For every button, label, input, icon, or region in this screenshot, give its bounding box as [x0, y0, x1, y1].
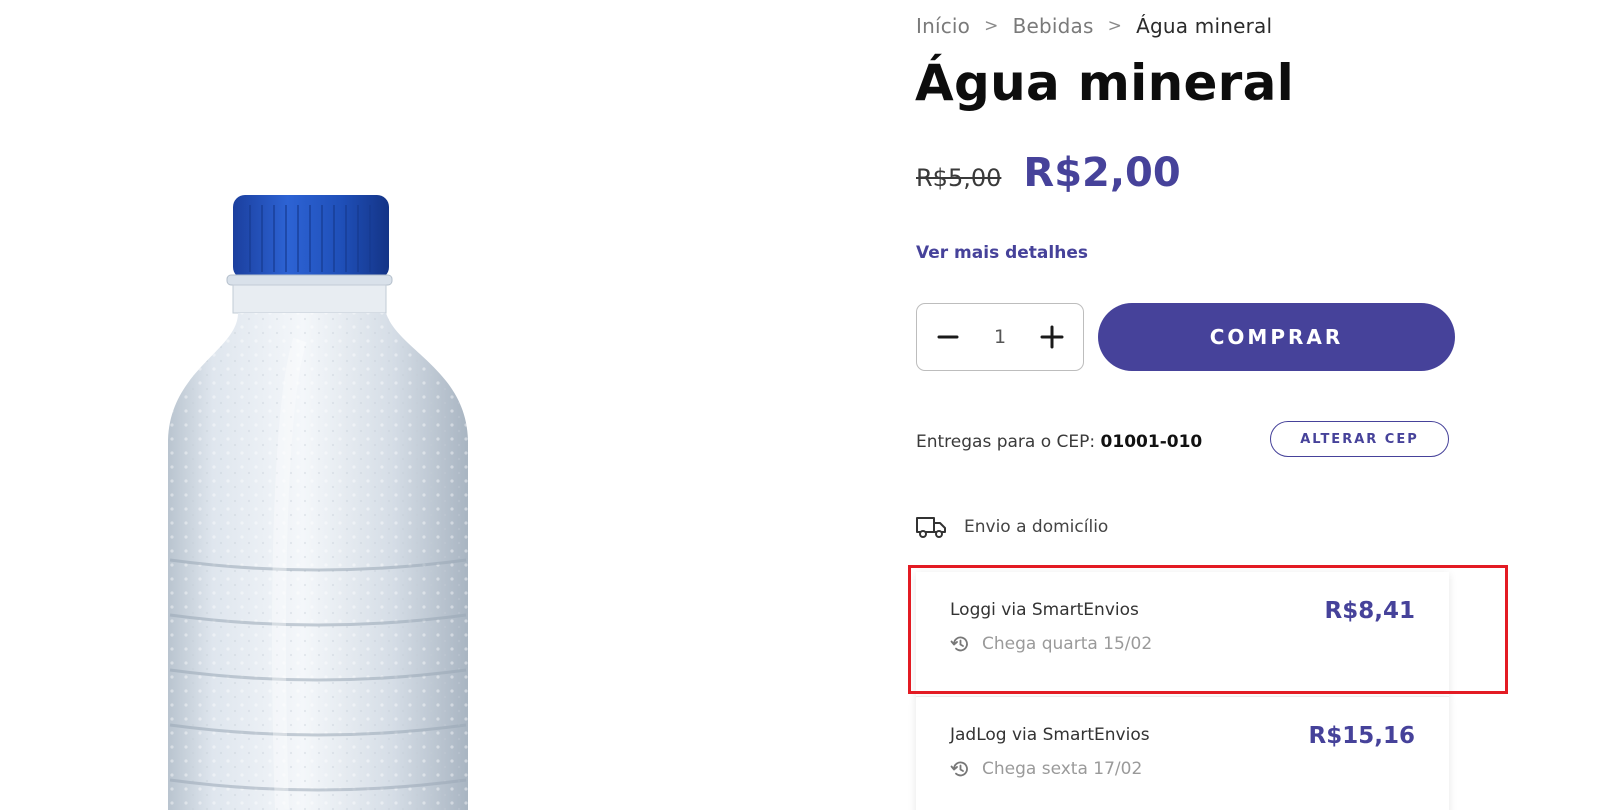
shipping-option-loggi[interactable]: Loggi via SmartEnvios Chega quarta 15/02… [916, 572, 1449, 696]
history-icon [950, 761, 968, 777]
price-block: R$5,00 R$2,00 [916, 150, 1181, 196]
shipping-option-name: JadLog via SmartEnvios [950, 725, 1150, 745]
history-icon [950, 636, 968, 652]
increase-quantity-button[interactable] [1037, 322, 1067, 352]
shipping-options: Loggi via SmartEnvios Chega quarta 15/02… [916, 572, 1449, 810]
shipping-option-name: Loggi via SmartEnvios [950, 600, 1139, 620]
quantity-stepper [916, 303, 1084, 371]
shipping-option-price: R$15,16 [1308, 723, 1415, 749]
cep-prefix: Entregas para o CEP: [916, 432, 1096, 452]
quantity-input[interactable] [980, 326, 1020, 348]
product-image [0, 0, 880, 810]
shipping-section-header: Envio a domicílio [915, 515, 1108, 539]
delivery-cep: Entregas para o CEP: 01001-010 [916, 432, 1202, 452]
shipping-option-eta-text: Chega quarta 15/02 [982, 634, 1153, 654]
shipping-section-label: Envio a domicílio [964, 517, 1109, 537]
shipping-option-jadlog[interactable]: JadLog via SmartEnvios Chega sexta 17/02… [916, 696, 1449, 810]
shipping-option-eta: Chega sexta 17/02 [950, 759, 1142, 779]
shipping-option-price: R$8,41 [1324, 598, 1415, 624]
breadcrumb-item-bebidas[interactable]: Bebidas [1013, 14, 1094, 38]
shipping-option-eta: Chega quarta 15/02 [950, 634, 1152, 654]
shipping-option-eta-text: Chega sexta 17/02 [982, 759, 1143, 779]
change-cep-button[interactable]: ALTERAR CEP [1270, 421, 1449, 457]
buy-button[interactable]: COMPRAR [1098, 303, 1455, 371]
truck-icon [916, 517, 946, 538]
breadcrumb-item-current: Água mineral [1136, 14, 1273, 38]
minus-icon [937, 335, 959, 339]
water-bottle-image [168, 195, 468, 810]
details-link[interactable]: Ver mais detalhes [916, 243, 1088, 263]
product-title: Água mineral [915, 54, 1295, 112]
plus-icon [1040, 325, 1064, 349]
breadcrumb-separator: > [1107, 16, 1123, 36]
breadcrumb-item-inicio[interactable]: Início [916, 14, 970, 38]
breadcrumb-separator: > [984, 16, 999, 36]
current-price: R$2,00 [1023, 150, 1181, 196]
cep-value: 01001-010 [1100, 432, 1203, 452]
decrease-quantity-button[interactable] [933, 322, 963, 352]
breadcrumb: Início > Bebidas > Água mineral [916, 14, 1272, 38]
old-price: R$5,00 [916, 164, 1002, 192]
